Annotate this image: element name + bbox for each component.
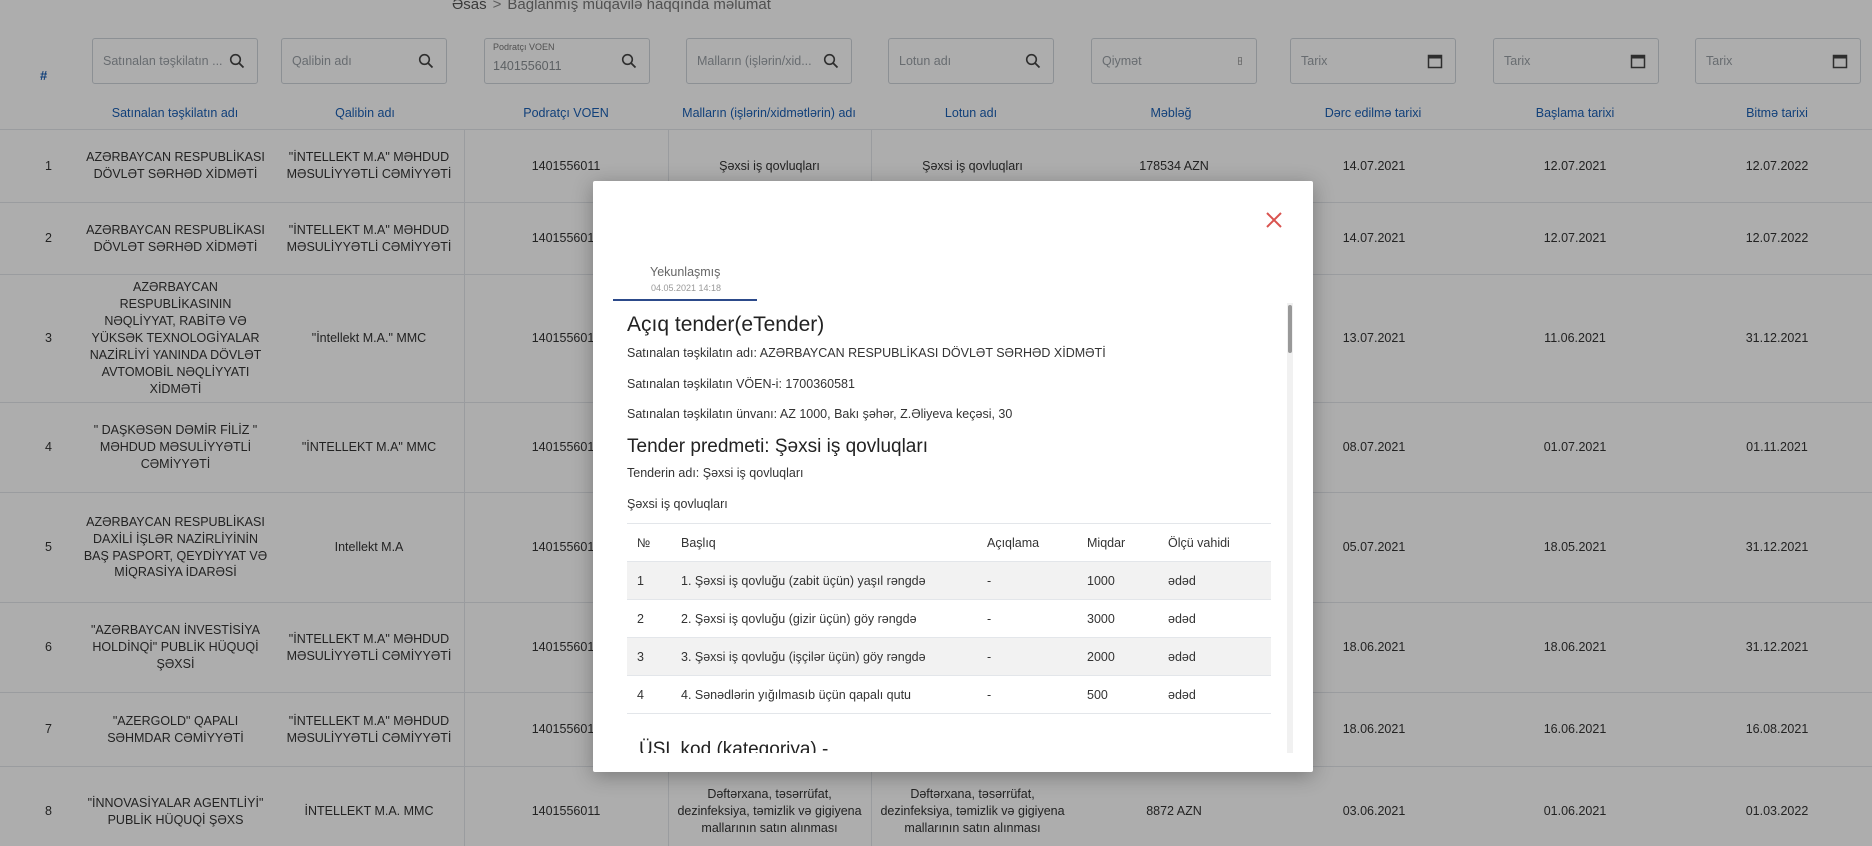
org-name-line: Satınalan təşkilatın adı: AZƏRBAYCAN RES… — [627, 346, 1106, 360]
item-no: 2 — [637, 612, 644, 626]
item-unit: ədəd — [1168, 574, 1196, 588]
col-unit: Ölçü vahidi — [1168, 536, 1230, 550]
item-qty: 1000 — [1087, 574, 1115, 588]
item-desc: - — [987, 612, 992, 626]
item-no: 1 — [637, 574, 644, 588]
item-row: 4 4. Sənədlərin yığılmasıb üçün qapalı qu… — [627, 676, 1271, 714]
tender-modal: Yekunlaşmış 04.05.2021 14:18 Açıq tender… — [593, 181, 1313, 772]
item-title: 1. Şəxsi iş qovluğu (zabit üçün) yaşıl r… — [681, 574, 926, 588]
item-unit: ədəd — [1168, 688, 1196, 702]
modal-scrollbar[interactable] — [1287, 303, 1293, 753]
tender-title: Açıq tender(eTender) — [627, 313, 825, 336]
col-title: Başlıq — [681, 536, 716, 550]
items-table-header: № Başlıq Açıqlama Miqdar Ölçü vahidi — [627, 524, 1271, 562]
item-unit: ədəd — [1168, 612, 1196, 626]
item-title: 4. Sənədlərin yığılmasıb üçün qapalı qut… — [681, 688, 912, 702]
page: Əsas > Bağlanmış müqavilə haqqında məlumat… — [0, 0, 1872, 846]
modal-scrollbar-thumb[interactable] — [1288, 305, 1292, 353]
col-desc: Açıqlama — [987, 536, 1040, 550]
item-no: 3 — [637, 650, 644, 664]
item-row: 3 3. Şəxsi iş qovluğu (işçilər üçün) göy … — [627, 638, 1271, 676]
item-desc: - — [987, 650, 992, 664]
tender-name-line: Tenderin adı: Şəxsi iş qovluqları — [627, 466, 804, 480]
tab-completed[interactable]: Yekunlaşmış 04.05.2021 14:18 — [613, 263, 757, 301]
category-heading: ÜSL kod (kateqoriya) - — [639, 739, 829, 753]
item-row: 2 2. Şəxsi iş qovluğu (gizir üçün) göy rə… — [627, 600, 1271, 638]
item-desc: - — [987, 574, 992, 588]
tab-completed-date: 04.05.2021 14:18 — [651, 283, 722, 293]
col-qty: Miqdar — [1087, 536, 1126, 550]
item-qty: 500 — [1087, 688, 1108, 702]
item-unit: ədəd — [1168, 650, 1196, 664]
close-icon[interactable] — [1265, 211, 1283, 229]
items-table: № Başlıq Açıqlama Miqdar Ölçü vahidi 1 1.… — [627, 523, 1271, 714]
item-desc: - — [987, 688, 992, 702]
tender-subject: Tender predmeti: Şəxsi iş qovluqları — [627, 436, 928, 457]
item-title: 2. Şəxsi iş qovluğu (gizir üçün) göy rən… — [681, 612, 917, 626]
item-title: 3. Şəxsi iş qovluğu (işçilər üçün) göy r… — [681, 650, 926, 664]
item-row: 1 1. Şəxsi iş qovluğu (zabit üçün) yaşıl … — [627, 562, 1271, 600]
modal-content: Açıq tender(eTender) Satınalan təşkilatı… — [627, 303, 1277, 753]
item-no: 4 — [637, 688, 644, 702]
item-qty: 3000 — [1087, 612, 1115, 626]
col-no: № — [637, 536, 651, 550]
tender-description: Şəxsi iş qovluqları — [627, 497, 728, 511]
org-address-line: Satınalan təşkilatın ünvanı: AZ 1000, Ba… — [627, 407, 1013, 421]
item-qty: 2000 — [1087, 650, 1115, 664]
tab-completed-label: Yekunlaşmış — [650, 265, 721, 279]
org-voen-line: Satınalan təşkilatın VÖEN-i: 1700360581 — [627, 377, 855, 391]
